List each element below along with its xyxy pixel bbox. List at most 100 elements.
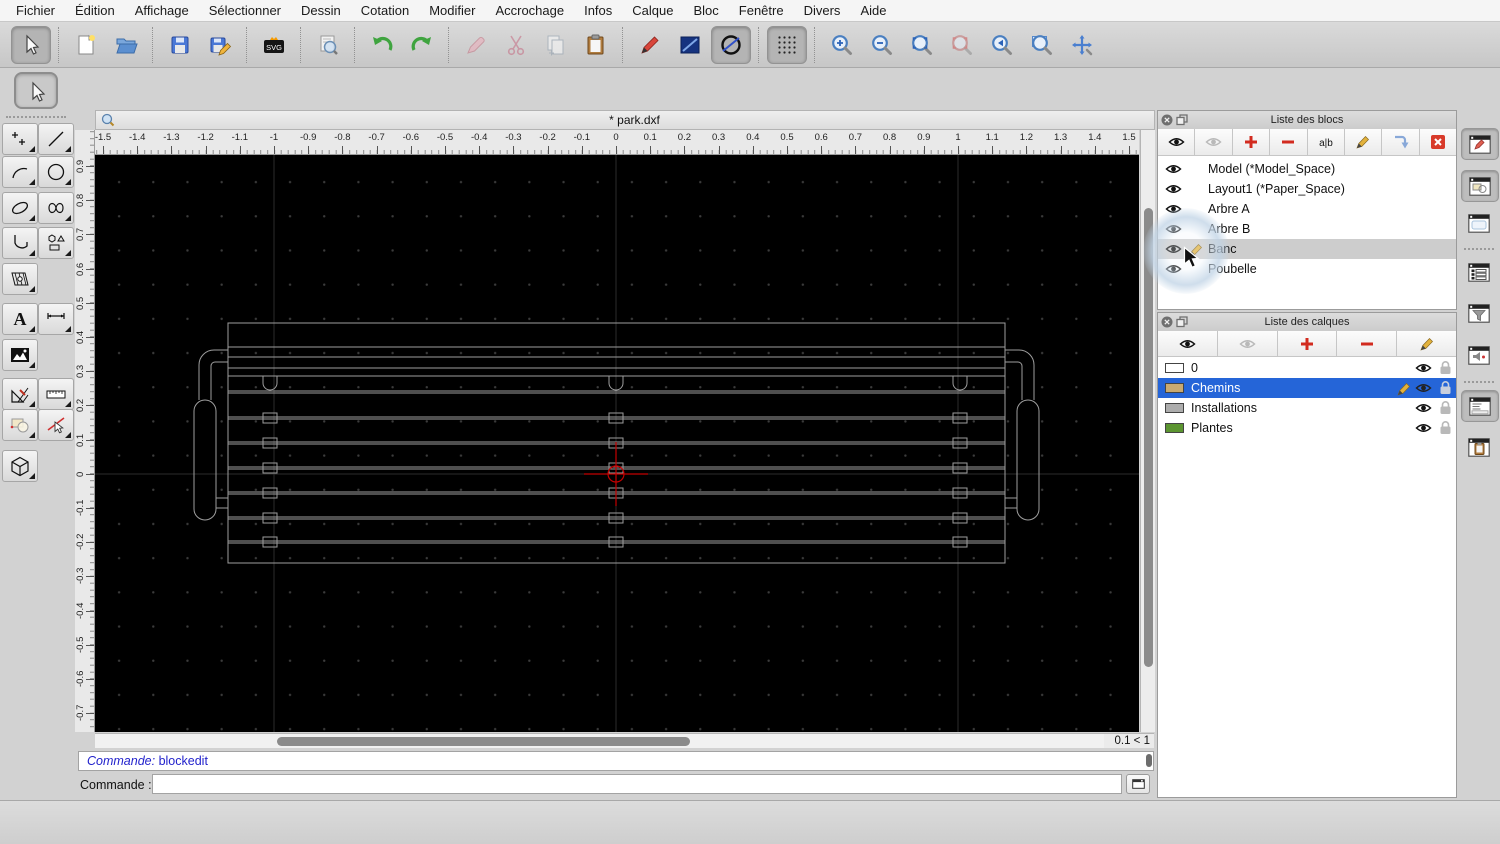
menu-sélectionner[interactable]: Sélectionner (199, 3, 291, 18)
dock-filter-button[interactable] (1461, 298, 1497, 328)
show-all-blocks-button[interactable] (1158, 129, 1196, 156)
close-icon[interactable] (1161, 316, 1173, 328)
layer-visibility-eye-icon[interactable] (1415, 362, 1432, 374)
menu-dessin[interactable]: Dessin (291, 3, 351, 18)
remove-block-button[interactable] (1270, 129, 1308, 156)
menu-modifier[interactable]: Modifier (419, 3, 485, 18)
dock-pen-window-button[interactable] (1461, 128, 1499, 160)
redo-button[interactable] (403, 27, 441, 63)
block-row-banc[interactable]: Banc (1158, 239, 1456, 259)
menu-infos[interactable]: Infos (574, 3, 622, 18)
menu-bloc[interactable]: Bloc (683, 3, 728, 18)
menu-fenêtre[interactable]: Fenêtre (729, 3, 794, 18)
layer-lock-icon[interactable] (1439, 360, 1452, 375)
grid-toggle-button[interactable] (767, 25, 807, 64)
paste-button[interactable] (577, 27, 615, 63)
rename-block-button[interactable]: a|b (1307, 129, 1345, 156)
layer-panel-titlebar[interactable]: Liste des calques (1158, 313, 1456, 332)
select-arrow-button[interactable] (11, 25, 51, 64)
menu-édition[interactable]: Édition (65, 3, 125, 18)
scrollbar-thumb[interactable] (1144, 208, 1153, 667)
block-row-model-model-space-[interactable]: Model (*Model_Space) (1158, 159, 1456, 179)
zoom-previous-button[interactable] (983, 27, 1021, 63)
modify-tools-button[interactable] (2, 378, 38, 410)
print-preview-button[interactable] (309, 27, 347, 63)
layer-row-plantes[interactable]: Plantes (1158, 418, 1456, 438)
layer-color-swatch[interactable] (1165, 403, 1184, 413)
zoom-pan-button[interactable] (1063, 27, 1101, 63)
layer-row-installations[interactable]: Installations (1158, 398, 1456, 418)
draw-polygon-button[interactable] (38, 227, 74, 259)
save-as-button[interactable] (201, 27, 239, 63)
draw-spline-button[interactable] (38, 192, 74, 224)
draw-line-button[interactable] (38, 123, 74, 155)
block-visibility-eye-icon[interactable] (1165, 183, 1182, 195)
block-visibility-eye-icon[interactable] (1165, 223, 1182, 235)
layer-color-swatch[interactable] (1165, 363, 1184, 373)
block-visibility-eye-icon[interactable] (1165, 243, 1182, 255)
layer-color-swatch[interactable] (1165, 423, 1184, 433)
remove-layer-button[interactable] (1337, 331, 1398, 357)
zoom-out-button[interactable] (863, 27, 901, 63)
insert-block-button[interactable] (1382, 129, 1420, 156)
add-layer-button[interactable] (1277, 331, 1338, 357)
block-visibility-eye-icon[interactable] (1165, 263, 1182, 275)
history-scrollbar-thumb[interactable] (1146, 754, 1152, 767)
block-row-arbre-a[interactable]: Arbre A (1158, 199, 1456, 219)
undock-icon[interactable] (1176, 114, 1188, 126)
command-history[interactable]: Commande: blockedit (78, 751, 1154, 771)
block-panel-titlebar[interactable]: Liste des blocs (1158, 111, 1456, 130)
block-row-layout1-paper-space-[interactable]: Layout1 (*Paper_Space) (1158, 179, 1456, 199)
copy-button[interactable] (537, 27, 575, 63)
draw-text-button[interactable]: A (2, 303, 38, 335)
draw-arc-button[interactable] (2, 156, 38, 188)
delete-entities-button[interactable] (457, 27, 495, 63)
save-button[interactable] (161, 27, 199, 63)
block-row-poubelle[interactable]: Poubelle (1158, 259, 1456, 279)
add-block-button[interactable] (1232, 129, 1271, 156)
block-visibility-eye-icon[interactable] (1165, 203, 1182, 215)
undo-button[interactable] (363, 27, 401, 63)
menu-fichier[interactable]: Fichier (6, 3, 65, 18)
layer-color-swatch[interactable] (1165, 383, 1184, 393)
edit-attributes-button[interactable] (631, 27, 669, 63)
show-all-layers-button[interactable] (1158, 331, 1218, 357)
menu-aide[interactable]: Aide (850, 3, 896, 18)
close-block-edit-button[interactable] (1419, 129, 1456, 156)
menu-affichage[interactable]: Affichage (125, 3, 199, 18)
canvas-horizontal-scrollbar[interactable] (95, 733, 1104, 748)
canvas-vertical-scrollbar[interactable] (1140, 130, 1155, 732)
drawing-canvas[interactable] (95, 155, 1139, 732)
menu-calque[interactable]: Calque (622, 3, 683, 18)
layer-lock-icon[interactable] (1439, 400, 1452, 415)
edit-block-button[interactable] (1344, 129, 1383, 156)
layer-visibility-eye-icon[interactable] (1415, 422, 1432, 434)
layer-lock-icon[interactable] (1439, 380, 1452, 395)
scrollbar-thumb[interactable] (277, 737, 690, 746)
export-svg-button[interactable]: SVG (255, 27, 293, 63)
draft-mode-button[interactable] (711, 25, 751, 64)
draw-polyline-button[interactable] (2, 227, 38, 259)
block-tools-button[interactable] (2, 409, 38, 441)
cut-button[interactable] (497, 27, 535, 63)
layer-lock-icon[interactable] (1439, 420, 1452, 435)
open-file-button[interactable] (107, 27, 145, 63)
dock-shapes-window-button[interactable] (1461, 170, 1499, 202)
hide-all-blocks-button[interactable] (1195, 129, 1233, 156)
measure-tools-button[interactable] (38, 378, 74, 410)
block-row-arbre-b[interactable]: Arbre B (1158, 219, 1456, 239)
insert-image-button[interactable] (2, 339, 38, 371)
command-input[interactable] (152, 774, 1122, 794)
block-visibility-eye-icon[interactable] (1165, 163, 1182, 175)
draw-ellipse-button[interactable] (2, 192, 38, 224)
draw-order-button[interactable] (671, 27, 709, 63)
draw-points-button[interactable] (2, 123, 38, 155)
new-document-button[interactable] (67, 27, 105, 63)
edit-layer-button[interactable] (1397, 331, 1456, 357)
close-icon[interactable] (1161, 114, 1173, 126)
draw-circle-button[interactable] (38, 156, 74, 188)
zoom-in-button[interactable] (823, 27, 861, 63)
dock-command-line-button[interactable] (1461, 390, 1499, 422)
command-window-button[interactable] (1126, 774, 1150, 794)
selection-tool-button[interactable] (14, 72, 58, 109)
